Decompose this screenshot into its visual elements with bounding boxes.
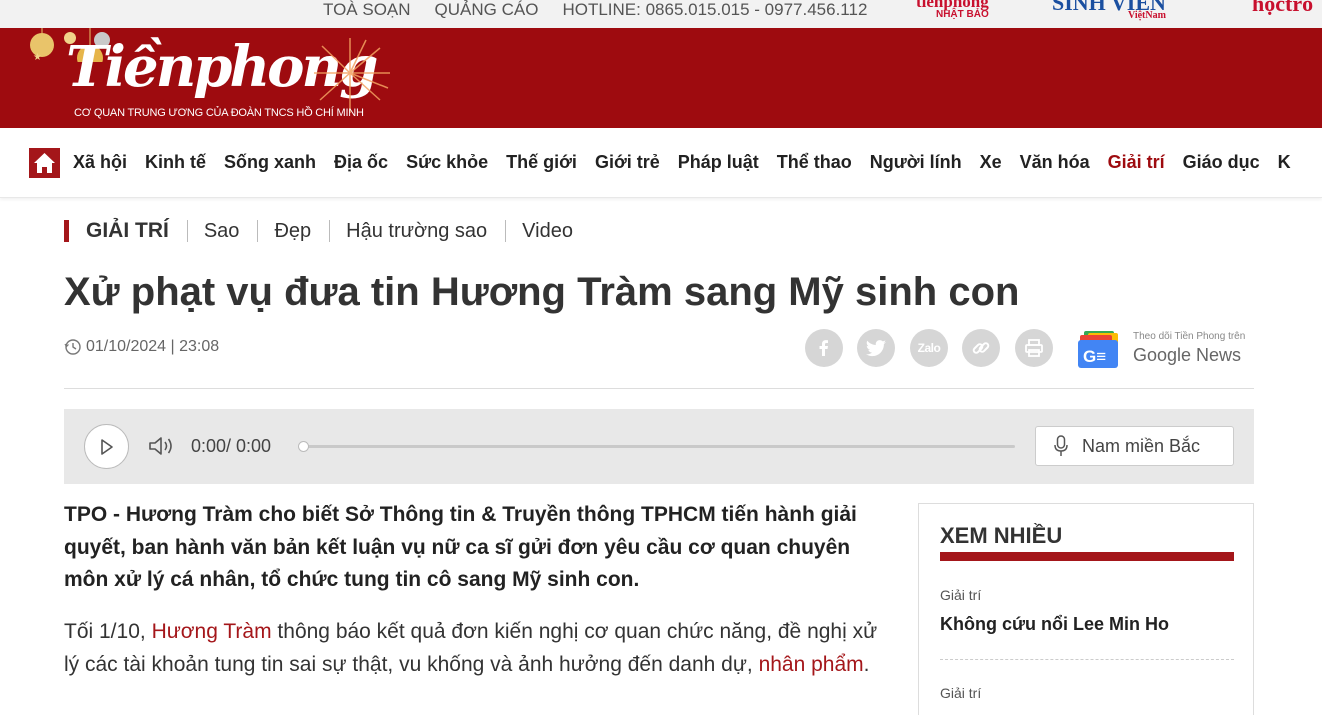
google-news-follow-text: Theo dõi Tiền Phong trên [1133, 331, 1246, 342]
zalo-icon: Zalo [917, 341, 941, 355]
nav-item-phap-luat[interactable]: Pháp luật [678, 152, 759, 173]
nav-item-the-thao[interactable]: Thể thao [777, 152, 852, 173]
twitter-icon [866, 340, 886, 357]
nav-item-nguoi-linh[interactable]: Người lính [870, 152, 962, 173]
play-button[interactable] [84, 424, 129, 469]
history-icon [64, 339, 81, 355]
facebook-share-button[interactable] [805, 329, 843, 367]
nav-item-gioi-tre[interactable]: Giới trẻ [595, 152, 660, 173]
home-button[interactable] [29, 148, 60, 178]
divider [940, 659, 1234, 660]
partner-logo-text: họctrò [1252, 0, 1314, 16]
utility-link-ads[interactable]: QUẢNG CÁO [435, 0, 539, 22]
nav-item-van-hoa[interactable]: Văn hóa [1020, 152, 1090, 173]
microphone-icon [1054, 435, 1068, 456]
section-sub-video[interactable]: Video [505, 220, 573, 242]
nav-item-xe[interactable]: Xe [980, 152, 1002, 173]
play-icon [100, 438, 113, 455]
paragraph-text: Tối 1/10, [64, 620, 152, 643]
news-word: News [1191, 345, 1242, 365]
nav-item-the-gioi[interactable]: Thế giới [506, 152, 577, 173]
most-viewed-bar [940, 552, 1234, 561]
facebook-icon [819, 340, 828, 356]
section-sub-sao[interactable]: Sao [186, 220, 239, 242]
tag-link-nhan-pham[interactable]: nhân phẩm [759, 653, 864, 676]
most-viewed-category[interactable]: Giải trí [940, 587, 981, 603]
zalo-share-button[interactable]: Zalo [910, 329, 948, 367]
nav-item-xa-hoi[interactable]: Xã hội [73, 152, 127, 173]
google-word: Google [1133, 345, 1192, 365]
google-news-label: Google News [1133, 345, 1241, 366]
nav-item-kinh-te[interactable]: Kinh tế [145, 152, 206, 173]
section-marker [64, 220, 69, 242]
audio-progress-handle[interactable] [298, 441, 309, 452]
site-header: ★ Tiềnphong CƠ QUAN TRUNG ƯƠNG CỦA ĐOÀN … [0, 28, 1322, 128]
link-icon [972, 342, 990, 354]
article-dateline: 01/10/2024 | 23:08 [64, 338, 219, 356]
audio-time: 0:00/ 0:00 [191, 436, 272, 456]
svg-text:★: ★ [33, 52, 42, 62]
partner-logo-sinhvien[interactable]: SINH VIÊN ViệtNam [1052, 0, 1166, 21]
nav-item-dia-oc[interactable]: Địa ốc [334, 152, 388, 173]
section-breadcrumb: GIẢI TRÍ Sao Đẹp Hậu trường sao Video [64, 218, 591, 244]
most-viewed-item[interactable]: Không cứu nổi Lee Min Ho [940, 614, 1169, 635]
volume-icon [149, 437, 172, 455]
nav-item-suc-khoe[interactable]: Sức khỏe [406, 152, 488, 173]
nav-item-song-xanh[interactable]: Sống xanh [224, 152, 316, 173]
nav-item-giao-duc[interactable]: Giáo dục [1183, 152, 1260, 173]
site-tagline: CƠ QUAN TRUNG ƯƠNG CỦA ĐOÀN TNCS HỒ CHÍ … [74, 107, 364, 119]
print-icon [1025, 339, 1043, 357]
home-icon [34, 153, 55, 173]
top-utility-bar: TOÀ SOẠN QUẢNG CÁO HOTLINE: 0865.015.015… [0, 0, 1322, 28]
section-sub-dep[interactable]: Đẹp [257, 220, 311, 242]
most-viewed-category[interactable]: Giải trí [940, 685, 981, 701]
partner-logo-tienphong-nhatbao[interactable]: tiềnphong NHẬT BẢO [916, 0, 989, 20]
voice-label: Nam miền Bắc [1082, 435, 1201, 456]
audio-progress-track[interactable] [300, 445, 1015, 448]
article-sapo: TPO - Hương Tràm cho biết Sở Thông tin &… [64, 503, 857, 591]
most-viewed-heading: XEM NHIỀU [940, 523, 1063, 548]
copy-link-button[interactable] [962, 329, 1000, 367]
google-news-icon: G≡ [1078, 331, 1118, 368]
utility-links: TOÀ SOẠN QUẢNG CÁO HOTLINE: 0865.015.015… [323, 0, 891, 22]
section-main-link[interactable]: GIẢI TRÍ [86, 219, 169, 243]
volume-button[interactable] [148, 435, 176, 462]
svg-text:G≡: G≡ [1083, 347, 1106, 366]
article-datetime: 01/10/2024 | 23:08 [86, 338, 220, 355]
partner-logo-subtext: NHẬT BẢO [935, 9, 989, 20]
partner-logo-hoctro[interactable]: họctrò [1252, 0, 1314, 16]
nav-items: Xã hội Kinh tế Sống xanh Địa ốc Sức khỏe… [73, 152, 1309, 173]
most-viewed-box: XEM NHIỀU Giải trí Không cứu nổi Lee Min… [918, 503, 1254, 715]
print-button[interactable] [1015, 329, 1053, 367]
divider [64, 388, 1254, 389]
section-sub-hau-truong[interactable]: Hậu trường sao [329, 220, 487, 242]
article-title: Xử phạt vụ đưa tin Hương Tràm sang Mỹ si… [64, 270, 1020, 314]
voice-select-button[interactable]: Nam miền Bắc [1035, 426, 1234, 466]
paragraph-text: . [863, 653, 870, 676]
utility-hotline: HOTLINE: 0865.015.015 - 0977.456.112 [562, 0, 868, 19]
main-nav: Xã hội Kinh tế Sống xanh Địa ốc Sức khỏe… [0, 128, 1322, 198]
utility-link-newsroom[interactable]: TOÀ SOẠN [323, 0, 411, 22]
article-paragraph: Tối 1/10, Hương Tràm thông báo kết quả đ… [64, 615, 894, 681]
audio-player: 0:00/ 0:00 Nam miền Bắc [64, 409, 1254, 484]
twitter-share-button[interactable] [857, 329, 895, 367]
nav-item-truncated[interactable]: K [1278, 152, 1291, 173]
tag-link-huong-tram[interactable]: Hương Tràm [152, 620, 272, 643]
nav-item-giai-tri[interactable]: Giải trí [1108, 152, 1165, 173]
google-news-follow[interactable]: G≡ Theo dõi Tiền Phong trên Google News [1078, 329, 1254, 371]
